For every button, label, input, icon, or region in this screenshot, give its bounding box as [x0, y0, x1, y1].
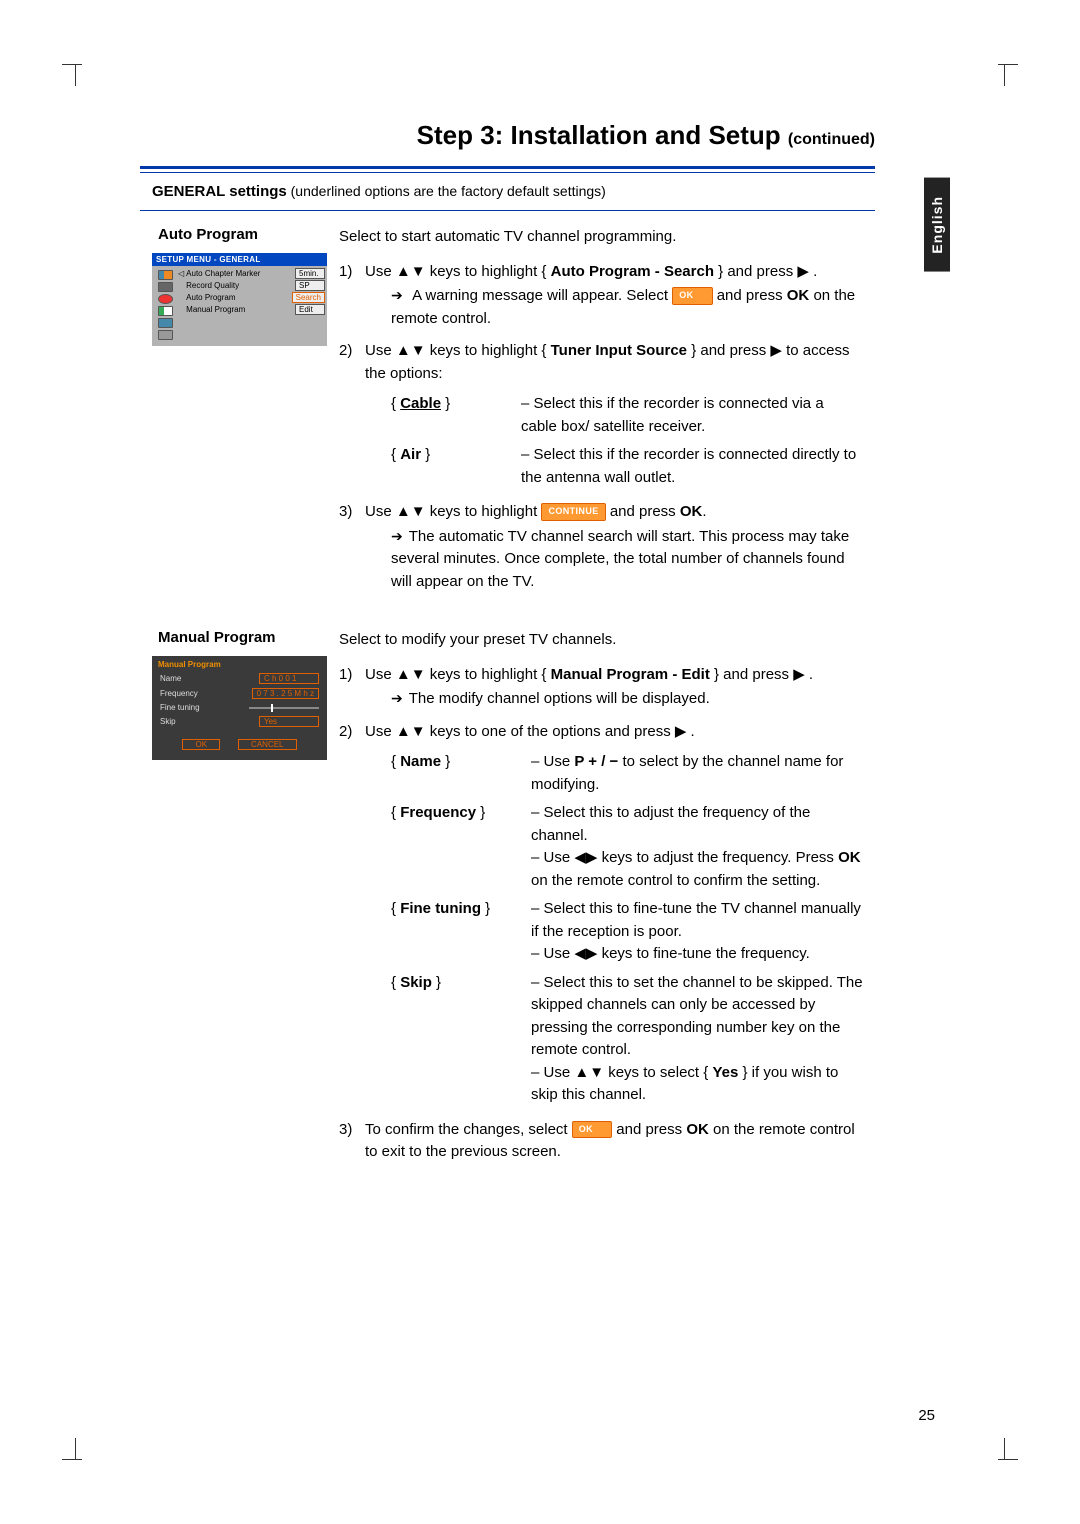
language-tab: English: [924, 178, 950, 272]
auto-step-1: Use ▲▼ keys to highlight { Auto Program …: [339, 261, 863, 331]
manual-step-2: Use ▲▼ keys to one of the options and pr…: [339, 721, 863, 1107]
continue-button-graphic: CONTINUE: [541, 503, 605, 521]
auto-step-2: Use ▲▼ keys to highlight { Tuner Input S…: [339, 340, 863, 489]
option-air-desc: – Select this if the recorder is connect…: [521, 444, 863, 489]
osd-row-label: Frequency: [160, 689, 252, 698]
page-title-suffix: (continued): [788, 131, 875, 148]
option-name-desc: – Use P + / − to select by the channel n…: [531, 751, 863, 796]
osd-row-value: Edit: [295, 304, 325, 315]
option-skip-label: { Skip }: [391, 972, 531, 1107]
osd-manual-menu: Manual Program NameC h 0 0 1 Frequency0 …: [152, 656, 327, 760]
osd-setup-title: SETUP MENU - GENERAL: [152, 253, 327, 266]
manual-program-leftcol: Manual Program Manual Program NameC h 0 …: [140, 614, 335, 1184]
osd-tab-icon: [158, 282, 173, 292]
crop-mark: [1004, 64, 1005, 86]
option-skip-desc: – Select this to set the channel to be s…: [531, 972, 863, 1107]
osd-row-label: Auto Chapter Marker: [186, 269, 293, 278]
auto-program-title: Auto Program: [158, 226, 327, 243]
option-freq-label: { Frequency }: [391, 802, 531, 892]
osd-ok-button: OK: [182, 739, 220, 750]
option-name-label: { Name }: [391, 751, 531, 796]
osd-tab-icon: [158, 270, 173, 280]
osd-row-value: 5min.: [295, 268, 325, 279]
osd-row-value: Yes: [259, 716, 319, 727]
manual-program-intro: Select to modify your preset TV channels…: [339, 629, 863, 652]
main-panel: GENERAL settings (underlined options are…: [140, 166, 875, 1184]
option-cable-desc: – Select this if the recorder is connect…: [521, 393, 863, 438]
osd-cancel-button: CANCEL: [238, 739, 296, 750]
option-air-label: { Air }: [391, 444, 521, 489]
auto-program-text: Select to start automatic TV channel pro…: [335, 211, 875, 613]
osd-icon-column: [154, 268, 176, 340]
settings-bar-title: GENERAL settings: [152, 183, 287, 200]
osd-row-label: Skip: [160, 717, 259, 726]
settings-bar: GENERAL settings (underlined options are…: [140, 172, 875, 211]
osd-tab-icon: [158, 318, 173, 328]
osd-manual-title: Manual Program: [152, 656, 327, 671]
osd-row-label: Fine tuning: [160, 703, 249, 712]
triangle-left-icon: ◁: [178, 269, 184, 278]
ok-button-graphic: OK: [672, 287, 712, 305]
auto-step-3-sub: The automatic TV channel search will sta…: [365, 526, 863, 594]
page-title: Step 3: Installation and Setup (continue…: [60, 120, 875, 151]
auto-program-leftcol: Auto Program SETUP MENU - GENERAL ◁Auto …: [140, 211, 335, 613]
crop-mark: [62, 1459, 82, 1460]
option-ft-label: { Fine tuning }: [391, 898, 531, 966]
osd-setup-menu: SETUP MENU - GENERAL ◁Auto Chapter Marke…: [152, 253, 327, 346]
osd-tab-icon: [158, 306, 173, 316]
osd-row-value: C h 0 0 1: [259, 673, 319, 684]
auto-program-section: Auto Program SETUP MENU - GENERAL ◁Auto …: [140, 211, 875, 613]
osd-row-label: Record Quality: [186, 281, 293, 290]
osd-row-label: Auto Program: [186, 293, 289, 302]
crop-mark: [75, 1438, 76, 1460]
manual-program-title: Manual Program: [158, 629, 327, 646]
ok-button-graphic: OK: [572, 1121, 612, 1139]
osd-row-value: Search: [292, 292, 325, 303]
auto-step-1-sub: A warning message will appear. Select OK…: [365, 285, 863, 330]
crop-mark: [75, 64, 76, 86]
osd-tab-icon: [158, 330, 173, 340]
auto-program-intro: Select to start automatic TV channel pro…: [339, 226, 863, 249]
crop-mark: [998, 64, 1018, 65]
manual-step-3: To confirm the changes, select OK and pr…: [339, 1119, 863, 1164]
crop-mark: [998, 1459, 1018, 1460]
osd-slider: [249, 707, 319, 709]
option-freq-desc: – Select this to adjust the frequency of…: [531, 802, 863, 892]
manual-step-1: Use ▲▼ keys to highlight { Manual Progra…: [339, 664, 863, 711]
crop-mark: [1004, 1438, 1005, 1460]
crop-mark: [62, 64, 82, 65]
auto-step-3: Use ▲▼ keys to highlight CONTINUE and pr…: [339, 501, 863, 593]
osd-row-label: Name: [160, 674, 259, 683]
manual-program-text: Select to modify your preset TV channels…: [335, 614, 875, 1184]
page-number: 25: [918, 1407, 935, 1424]
page-title-main: Step 3: Installation and Setup: [417, 120, 781, 150]
option-cable-label: { Cable }: [391, 393, 521, 438]
osd-row-value: SP: [295, 280, 325, 291]
osd-row-value: 0 7 3 . 2 5 M h z: [252, 688, 319, 699]
osd-row-label: Manual Program: [186, 305, 293, 314]
option-ft-desc: – Select this to fine-tune the TV channe…: [531, 898, 863, 966]
manual-step-1-sub: The modify channel options will be displ…: [365, 688, 863, 711]
osd-tab-icon: [158, 294, 173, 304]
manual-program-section: Manual Program Manual Program NameC h 0 …: [140, 613, 875, 1184]
settings-bar-note: (underlined options are the factory defa…: [291, 183, 606, 199]
